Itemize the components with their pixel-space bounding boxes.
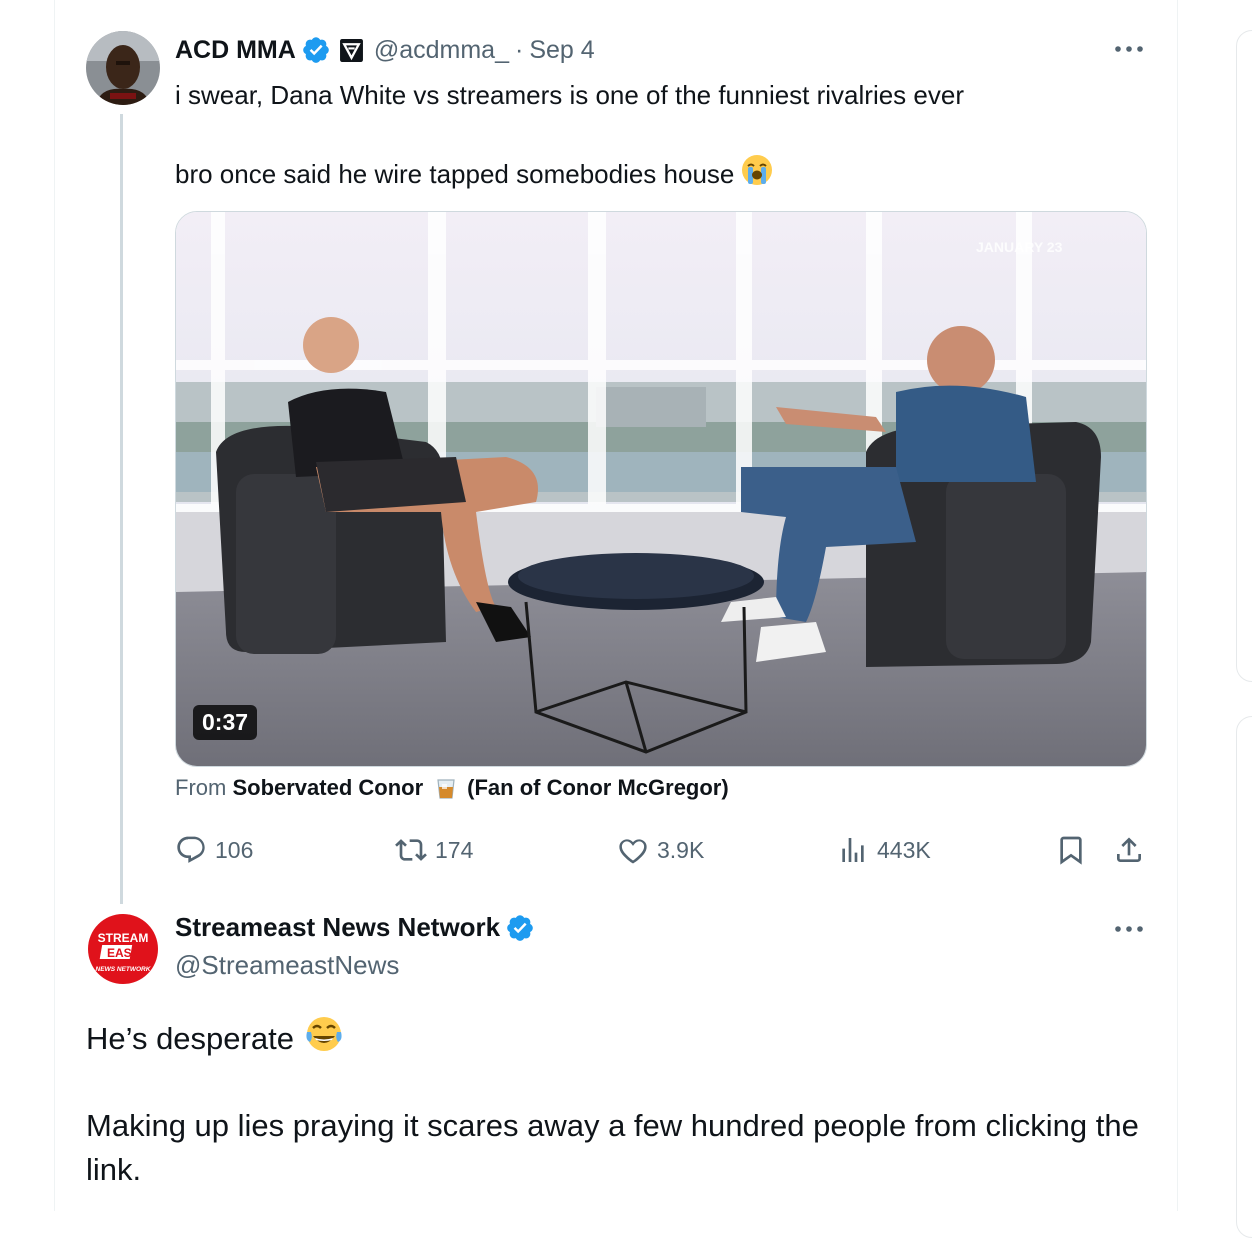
reply-icon <box>177 836 205 863</box>
separator-dot: · <box>514 35 524 64</box>
tears-of-joy-emoji <box>304 1014 344 1064</box>
avatar-text-stream: STREAM <box>98 931 149 945</box>
reply-count: 106 <box>215 836 254 863</box>
sidebar-card-2 <box>1236 716 1252 1238</box>
thread-connector-line <box>120 114 123 904</box>
repost-button[interactable]: 174 <box>395 830 473 870</box>
timeline-left-border <box>54 0 55 1211</box>
tweet2-text-paragraph2: Making up lies praying it scares away a … <box>86 1108 1139 1187</box>
more-icon[interactable] <box>1112 32 1146 66</box>
share-icon <box>1117 837 1141 862</box>
crying-face-emoji <box>740 153 774 194</box>
tweet2-text-line1-content: He’s desperate <box>86 1021 294 1056</box>
source-suffix[interactable]: (Fan of Conor McGregor) <box>467 775 729 801</box>
author-name[interactable]: ACD MMA <box>175 36 296 65</box>
verified-badge-icon[interactable] <box>505 913 535 943</box>
author-handle[interactable]: @acdmma_ <box>374 36 509 65</box>
tweet1-header: ACD MMA @acdmma_ · Sep 4 <box>175 32 595 68</box>
bookmark-button[interactable] <box>1055 830 1087 870</box>
timeline-right-border <box>1177 0 1178 1211</box>
avatar-text-east: EAST <box>107 946 140 960</box>
tweet2-text-line1: He’s desperate <box>86 1014 344 1064</box>
tweet2-header: Streameast News Network <box>175 912 535 943</box>
video-watermark-text: JANUARY 23 <box>976 239 1063 255</box>
bookmark-icon <box>1060 836 1082 865</box>
sidebar-card <box>1236 30 1252 682</box>
reply-button[interactable]: 106 <box>175 830 253 870</box>
source-prefix: From <box>175 775 227 800</box>
repost-count: 174 <box>435 836 474 863</box>
author-handle[interactable]: @StreameastNews <box>175 950 399 981</box>
video-player[interactable]: JANUARY 23 <box>175 211 1147 767</box>
avatar-acd-mma[interactable] <box>86 31 160 105</box>
repost-icon <box>395 839 427 861</box>
tweet1-text-line2-content: bro once said he wire tapped somebodies … <box>175 158 735 189</box>
video-source-attribution: From Sobervated Conor (Fan of Conor McGr… <box>175 775 729 801</box>
like-icon <box>619 839 647 864</box>
like-count: 3.9K <box>657 836 705 863</box>
tweet1-text-line2: bro once said he wire tapped somebodies … <box>175 153 774 194</box>
avatar-streameast[interactable]: STREAM EAST NEWS NETWORK <box>86 912 160 986</box>
share-button[interactable] <box>1113 830 1145 870</box>
whiskey-glass-emoji <box>433 775 459 801</box>
affiliate-badge-icon[interactable] <box>339 38 364 63</box>
more-icon[interactable] <box>1112 912 1146 946</box>
video-duration: 0:37 <box>193 705 258 740</box>
views-button[interactable]: 443K <box>837 830 931 870</box>
source-name[interactable]: Sobervated Conor <box>232 775 423 801</box>
like-button[interactable]: 3.9K <box>617 830 704 870</box>
tweet-date[interactable]: Sep 4 <box>529 36 594 65</box>
avatar-text-network: NEWS NETWORK <box>96 966 152 973</box>
verified-badge-icon[interactable] <box>301 35 331 65</box>
view-count: 443K <box>877 836 931 863</box>
tweet1-text-line1: i swear, Dana White vs streamers is one … <box>175 80 964 110</box>
author-name[interactable]: Streameast News Network <box>175 912 500 943</box>
views-icon <box>842 838 864 862</box>
tweet1-action-bar: 106 174 3.9K 443K <box>175 830 1150 870</box>
